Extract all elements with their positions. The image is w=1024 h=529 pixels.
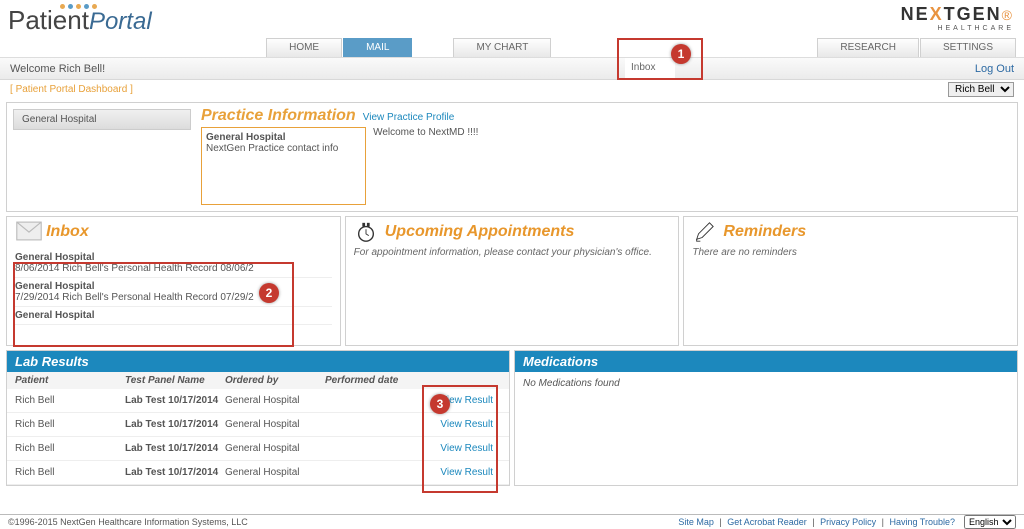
nav-home[interactable]: HOME — [266, 38, 342, 57]
inbox-item[interactable]: General Hospital7/29/2014 Rich Bell's Pe… — [15, 278, 332, 307]
brand-logo: NEXTGEN® HEALTHCARE — [901, 0, 1024, 32]
inbox-item[interactable]: General Hospital — [15, 307, 332, 325]
appointments-title: Upcoming Appointments — [385, 223, 575, 240]
inbox-list[interactable]: General Hospital8/06/2014 Rich Bell's Pe… — [15, 249, 332, 325]
view-practice-link[interactable]: View Practice Profile — [363, 112, 455, 123]
envelope-icon — [15, 221, 43, 243]
practice-welcome-msg: Welcome to NextMD !!!! — [373, 127, 478, 138]
main-nav: HOME MAIL MY CHART RESEARCH SETTINGS — [0, 38, 1024, 58]
footer-privacy[interactable]: Privacy Policy — [820, 517, 876, 527]
welcome-text: Welcome Rich Bell! — [10, 63, 105, 75]
practice-info-row: General Hospital Practice Information Vi… — [6, 102, 1018, 212]
reminders-panel: Reminders There are no reminders — [683, 216, 1018, 346]
welcome-bar: Welcome Rich Bell! Log Out — [0, 58, 1024, 80]
lab-results-panel: Lab Results Patient Test Panel Name Orde… — [6, 350, 510, 486]
lab-columns: Patient Test Panel Name Ordered by Perfo… — [7, 372, 509, 389]
appointments-body: For appointment information, please cont… — [354, 247, 671, 258]
lab-row: Rich BellLab Test 10/17/2014General Hosp… — [7, 437, 509, 461]
nav-settings[interactable]: SETTINGS — [920, 38, 1016, 57]
medications-empty: No Medications found — [515, 372, 1017, 395]
annotation-3: 3 — [430, 394, 450, 414]
annotation-2: 2 — [259, 283, 279, 303]
logo-patient-text: Patient — [8, 5, 89, 35]
logo-portal-text: Portal — [89, 8, 152, 35]
medications-header: Medications — [515, 351, 1017, 372]
logo: PatientPortal — [0, 0, 152, 36]
reminders-body: There are no reminders — [692, 247, 1009, 258]
footer-sitemap[interactable]: Site Map — [678, 517, 714, 527]
lab-row: Rich BellLab Test 10/17/2014General Hosp… — [7, 461, 509, 485]
footer-acrobat[interactable]: Get Acrobat Reader — [727, 517, 807, 527]
pencil-icon — [692, 221, 720, 243]
view-result-link[interactable]: View Result — [440, 467, 493, 478]
nav-mail-inbox[interactable]: Inbox — [625, 58, 675, 78]
user-select[interactable]: Rich Bell — [948, 82, 1014, 97]
inbox-item[interactable]: General Hospital8/06/2014 Rich Bell's Pe… — [15, 249, 332, 278]
footer-trouble[interactable]: Having Trouble? — [889, 517, 955, 527]
nav-mail[interactable]: MAIL — [343, 38, 412, 57]
inbox-panel: Inbox General Hospital8/06/2014 Rich Bel… — [6, 216, 341, 346]
practice-title: Practice Information — [201, 107, 356, 124]
footer: ©1996-2015 NextGen Healthcare Informatio… — [0, 514, 1024, 528]
appointments-panel: Upcoming Appointments For appointment in… — [345, 216, 680, 346]
practice-card: General Hospital NextGen Practice contac… — [201, 127, 366, 205]
breadcrumb: [ Patient Portal Dashboard ] — [10, 84, 133, 95]
medications-panel: Medications No Medications found — [514, 350, 1018, 486]
language-select[interactable]: English — [964, 515, 1016, 529]
practice-tab[interactable]: General Hospital — [13, 109, 191, 130]
logout-link[interactable]: Log Out — [975, 63, 1014, 75]
breadcrumb-bar: [ Patient Portal Dashboard ] Rich Bell — [0, 80, 1024, 98]
annotation-1: 1 — [671, 44, 691, 64]
lab-results-header: Lab Results — [7, 351, 509, 372]
clock-icon — [354, 221, 382, 243]
nav-research[interactable]: RESEARCH — [817, 38, 919, 57]
copyright: ©1996-2015 NextGen Healthcare Informatio… — [8, 517, 248, 527]
reminders-title: Reminders — [723, 223, 806, 240]
lab-row: Rich BellLab Test 10/17/2014General Hosp… — [7, 413, 509, 437]
nav-mychart[interactable]: MY CHART — [453, 38, 551, 57]
inbox-title: Inbox — [46, 223, 89, 240]
view-result-link[interactable]: View Result — [440, 419, 493, 430]
view-result-link[interactable]: View Result — [440, 443, 493, 454]
